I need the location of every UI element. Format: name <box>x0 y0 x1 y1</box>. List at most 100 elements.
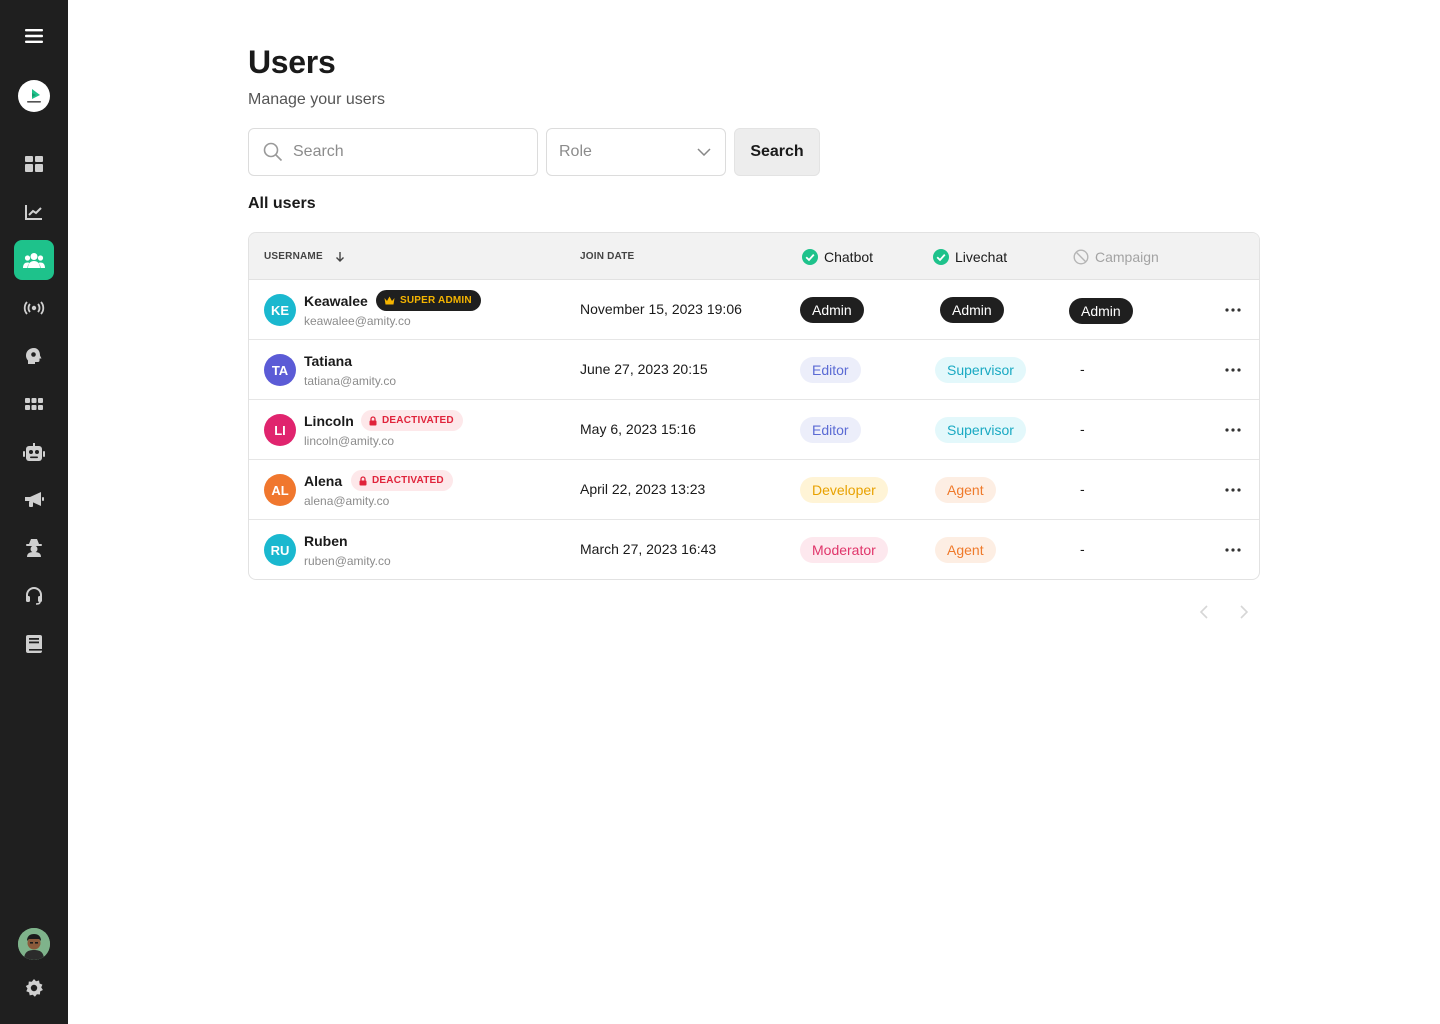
user-name: Keawalee <box>304 293 368 309</box>
brand-logo[interactable] <box>18 80 50 112</box>
livechat-role-pill: Supervisor <box>935 417 1026 443</box>
table-row[interactable]: LI Lincoln DEACTIVATED lincoln@amity.co … <box>249 400 1259 460</box>
column-header-username[interactable]: USERNAME <box>264 233 351 280</box>
campaign-role-empty: - <box>1080 421 1085 437</box>
table-row[interactable]: RU Ruben ruben@amity.co March 27, 2023 1… <box>249 520 1259 579</box>
user-email: tatiana@amity.co <box>304 374 396 388</box>
sort-down-arrow-icon <box>335 251 344 262</box>
section-title: All users <box>248 195 316 212</box>
user-name: Alena <box>304 473 343 489</box>
sidebar-item-dashboard[interactable] <box>14 144 54 184</box>
more-options-icon[interactable] <box>1219 536 1247 564</box>
check-circle-icon <box>802 248 818 265</box>
users-table: USERNAME JOIN DATE Chatbot Livechat Camp… <box>248 232 1260 580</box>
gear-icon[interactable] <box>14 968 54 1008</box>
chatbot-role-pill: Admin <box>800 297 864 323</box>
brain-head-icon <box>26 348 42 364</box>
search-button[interactable]: Search <box>734 128 820 176</box>
livechat-role-pill: Agent <box>935 537 996 563</box>
apps-grid-icon <box>25 398 43 410</box>
chatbot-role-pill: Editor <box>800 417 861 443</box>
sidebar-item-ai[interactable] <box>14 336 54 376</box>
user-email: keawalee@amity.co <box>304 314 411 328</box>
campaign-role-empty: - <box>1080 481 1085 497</box>
sidebar-item-apps[interactable] <box>14 384 54 424</box>
column-header-chatbot: Chatbot <box>802 233 873 280</box>
more-options-icon[interactable] <box>1219 416 1247 444</box>
lock-icon <box>359 475 367 485</box>
sidebar-item-docs[interactable] <box>14 624 54 664</box>
analytics-chart-icon <box>25 205 42 220</box>
book-icon <box>26 635 42 653</box>
sidebar-item-agents[interactable] <box>14 528 54 568</box>
sidebar-item-support[interactable] <box>14 576 54 616</box>
search-field[interactable] <box>248 128 538 176</box>
page-subtitle: Manage your users <box>248 91 385 108</box>
sidebar-item-users[interactable] <box>14 240 54 280</box>
role-select-placeholder: Role <box>559 143 592 160</box>
broadcast-icon <box>23 301 45 315</box>
avatar: RU <box>264 534 296 566</box>
chevron-right-icon <box>1240 605 1248 619</box>
user-name: Tatiana <box>304 353 352 369</box>
table-row[interactable]: KE Keawalee SUPER ADMIN keawalee@amity.c… <box>249 280 1259 340</box>
chatbot-role-pill: Editor <box>800 357 861 383</box>
avatar: KE <box>264 294 296 326</box>
more-options-icon[interactable] <box>1219 296 1247 324</box>
livechat-role-pill: Admin <box>940 297 1004 323</box>
user-email: alena@amity.co <box>304 494 390 508</box>
join-date: November 15, 2023 19:06 <box>580 301 742 317</box>
sidebar-item-broadcast[interactable] <box>14 288 54 328</box>
page-title: Users <box>248 44 336 80</box>
chatbot-role-pill: Developer <box>800 477 888 503</box>
join-date: April 22, 2023 13:23 <box>580 481 706 497</box>
chevron-left-icon <box>1200 605 1208 619</box>
user-avatar[interactable] <box>18 928 50 960</box>
hamburger-menu-icon[interactable] <box>14 16 54 56</box>
more-options-icon[interactable] <box>1219 356 1247 384</box>
deactivated-badge: DEACTIVATED <box>351 470 453 491</box>
column-header-join-date: JOIN DATE <box>580 251 635 262</box>
join-date: March 27, 2023 16:43 <box>580 541 717 557</box>
user-email: ruben@amity.co <box>304 554 391 568</box>
avatar: AL <box>264 474 296 506</box>
search-icon <box>263 142 283 162</box>
crown-icon <box>384 296 395 305</box>
user-email: lincoln@amity.co <box>304 434 394 448</box>
sidebar-item-campaign[interactable] <box>14 480 54 520</box>
spy-agent-icon <box>26 539 42 557</box>
column-header-campaign: Campaign <box>1073 233 1159 280</box>
campaign-role-empty: - <box>1080 541 1085 557</box>
table-header: USERNAME JOIN DATE Chatbot Livechat Camp… <box>249 233 1259 280</box>
dashboard-grid-icon <box>25 156 43 172</box>
livechat-role-pill: Supervisor <box>935 357 1026 383</box>
join-date: June 27, 2023 20:15 <box>580 361 708 377</box>
robot-icon <box>23 443 45 461</box>
chevron-down-icon <box>697 148 711 156</box>
column-header-livechat: Livechat <box>933 233 1007 280</box>
pagination-next-button[interactable] <box>1234 600 1254 624</box>
avatar: TA <box>264 354 296 386</box>
table-row[interactable]: TA Tatiana tatiana@amity.co June 27, 202… <box>249 340 1259 400</box>
table-row[interactable]: AL Alena DEACTIVATED alena@amity.co Apri… <box>249 460 1259 520</box>
campaign-role-pill: Admin <box>1069 298 1133 324</box>
pagination-prev-button[interactable] <box>1194 600 1214 624</box>
super-admin-badge: SUPER ADMIN <box>376 290 481 311</box>
disabled-icon <box>1073 248 1089 265</box>
search-input[interactable] <box>293 143 513 161</box>
role-select[interactable]: Role <box>546 128 726 176</box>
more-options-icon[interactable] <box>1219 476 1247 504</box>
lock-icon <box>369 415 377 425</box>
livechat-role-pill: Agent <box>935 477 996 503</box>
join-date: May 6, 2023 15:16 <box>580 421 696 437</box>
avatar: LI <box>264 414 296 446</box>
user-name: Lincoln <box>304 413 354 429</box>
users-icon <box>23 253 45 268</box>
user-name: Ruben <box>304 533 348 549</box>
deactivated-badge: DEACTIVATED <box>361 410 463 431</box>
sidebar-item-analytics[interactable] <box>14 192 54 232</box>
megaphone-icon <box>25 492 44 507</box>
sidebar <box>0 0 68 1024</box>
chatbot-role-pill: Moderator <box>800 537 888 563</box>
sidebar-item-chatbot[interactable] <box>14 432 54 472</box>
